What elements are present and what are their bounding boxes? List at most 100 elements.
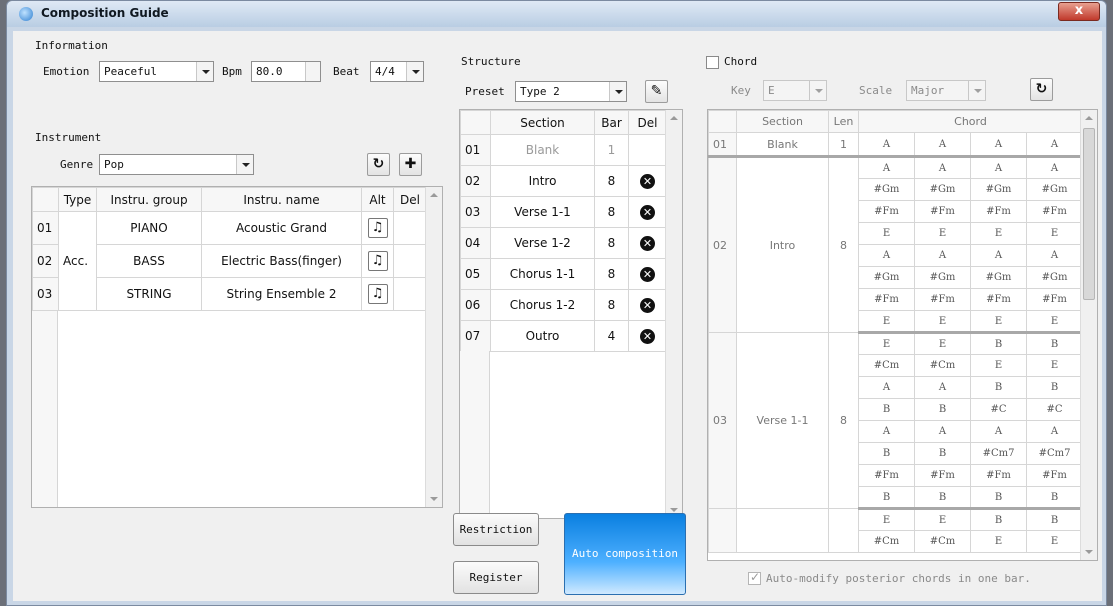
bar-cell[interactable]: 8 [594, 196, 629, 228]
chord-cell[interactable]: B [1025, 332, 1084, 355]
chord-cell[interactable]: A [970, 420, 1027, 443]
chord-cell[interactable]: #Fm [858, 288, 915, 311]
chord-cell[interactable]: #Gm [914, 178, 971, 201]
del-cell[interactable]: ✕ [628, 258, 667, 290]
chord-cell[interactable]: #Gm [1025, 266, 1084, 289]
group-cell[interactable]: STRING [96, 277, 202, 311]
preset-select[interactable]: Type 2 [515, 81, 627, 102]
chord-cell[interactable]: #Cm7 [970, 442, 1027, 465]
chord-cell[interactable]: #Fm [1025, 288, 1084, 311]
chord-cell[interactable]: #C [970, 398, 1027, 421]
chord-cell[interactable]: #Fm [858, 200, 915, 223]
chord-row[interactable]: 03 Verse 1-1 8 E E B B [708, 332, 1084, 509]
column-header-name[interactable]: Instru. name [201, 187, 362, 212]
table-row[interactable]: 07 Outro 4 ✕ [460, 320, 667, 352]
close-button[interactable]: x [1058, 2, 1100, 21]
chord-cell[interactable]: B [1025, 376, 1084, 399]
chord-cell[interactable]: #Cm [858, 530, 915, 553]
scroll-down-icon[interactable] [430, 497, 438, 501]
instrument-scrollbar[interactable] [425, 187, 442, 507]
edit-preset-button[interactable]: ✎ [645, 80, 668, 103]
chord-cell[interactable]: E [858, 222, 915, 245]
column-header-chord[interactable]: Chord [857, 110, 1084, 133]
emotion-select[interactable]: Peaceful [99, 61, 214, 82]
chord-cell[interactable]: B [970, 376, 1027, 399]
bar-cell[interactable]: 8 [594, 289, 629, 321]
chord-cell[interactable]: A [970, 132, 1027, 158]
add-instrument-button[interactable]: ✚ [399, 153, 422, 176]
chord-cell[interactable]: #Cm7 [1025, 442, 1084, 465]
bpm-spinbox[interactable]: 80.0 [251, 61, 321, 82]
chord-cell[interactable]: #C [1025, 398, 1084, 421]
alt-cell[interactable]: ♫ [361, 244, 394, 278]
section-cell[interactable]: Verse 1-2 [490, 227, 595, 259]
group-cell[interactable]: BASS [96, 244, 202, 278]
chord-cell[interactable]: E [1025, 530, 1084, 553]
chord-cell[interactable]: #Fm [1025, 200, 1084, 223]
chord-enable-checkbox[interactable] [706, 56, 719, 69]
chord-cell[interactable]: E [914, 310, 971, 334]
chord-cell[interactable]: #Gm [858, 266, 915, 289]
name-cell[interactable]: String Ensemble 2 [201, 277, 362, 311]
table-row[interactable]: 02 Intro 8 ✕ [460, 165, 667, 197]
bar-cell[interactable]: 8 [594, 227, 629, 259]
key-select[interactable]: E [763, 80, 827, 101]
chord-cell[interactable]: B [970, 332, 1027, 355]
chord-cell[interactable]: A [970, 244, 1027, 267]
del-cell[interactable]: ✕ [628, 196, 667, 228]
chord-cell[interactable]: E [914, 508, 971, 531]
del-cell[interactable]: ✕ [628, 320, 667, 352]
scroll-down-icon[interactable] [670, 508, 678, 512]
chord-cell[interactable]: E [970, 310, 1027, 334]
table-row[interactable]: 05 Chorus 1-1 8 ✕ [460, 258, 667, 290]
chord-cell[interactable]: B [970, 508, 1027, 531]
chord-cell[interactable]: #Fm [914, 464, 971, 487]
chord-cell[interactable]: A [1025, 244, 1084, 267]
chord-cell[interactable]: A [858, 376, 915, 399]
chord-cell[interactable]: E [970, 222, 1027, 245]
column-header-len[interactable]: Len [828, 110, 859, 133]
bar-cell[interactable]: 8 [594, 165, 629, 197]
chord-cell[interactable]: E [858, 332, 915, 355]
chord-cell[interactable]: #Gm [970, 266, 1027, 289]
chord-cell[interactable]: #Gm [970, 178, 1027, 201]
chord-cell[interactable]: E [858, 508, 915, 531]
music-note-icon[interactable]: ♫ [367, 251, 388, 271]
chord-cell[interactable]: E [914, 332, 971, 355]
table-row[interactable]: 01 Blank 1 [460, 134, 667, 166]
chord-cell[interactable]: A [914, 132, 971, 158]
column-header-alt[interactable]: Alt [361, 187, 394, 212]
spin-arrows-icon[interactable] [305, 62, 320, 81]
scroll-up-icon[interactable] [430, 193, 438, 197]
column-header-section[interactable]: Section [736, 110, 829, 133]
chord-cell[interactable]: E [1025, 310, 1084, 334]
chord-cell[interactable]: #Fm [970, 200, 1027, 223]
chord-cell[interactable]: #Cm [914, 354, 971, 377]
chord-cell[interactable]: E [1025, 222, 1084, 245]
chord-cell[interactable]: #Fm [970, 288, 1027, 311]
group-cell[interactable]: PIANO [96, 211, 202, 245]
chord-row[interactable]: EEBB [708, 508, 1084, 553]
chord-cell[interactable]: A [858, 156, 915, 179]
column-header-group[interactable]: Instru. group [96, 187, 202, 212]
chord-cell[interactable]: A [970, 156, 1027, 179]
name-cell[interactable]: Acoustic Grand [201, 211, 362, 245]
table-row[interactable]: 01 Acc. PIANO Acoustic Grand ♫ [32, 211, 427, 311]
section-cell[interactable]: Verse 1-1 [490, 196, 595, 228]
chord-cell[interactable]: A [914, 156, 971, 179]
music-note-icon[interactable]: ♫ [367, 284, 388, 304]
chord-cell[interactable]: B [858, 442, 915, 465]
delete-icon[interactable]: ✕ [640, 266, 655, 282]
alt-cell[interactable]: ♫ [361, 211, 394, 245]
chord-cell[interactable]: B [914, 442, 971, 465]
chord-cell[interactable]: #Gm [858, 178, 915, 201]
delete-icon[interactable]: ✕ [640, 235, 655, 251]
column-header-del[interactable]: Del [393, 187, 427, 212]
refresh-chord-button[interactable]: ↻ [1030, 78, 1053, 101]
music-note-icon[interactable]: ♫ [367, 218, 388, 238]
chord-cell[interactable]: B [858, 486, 915, 510]
chord-cell[interactable]: A [1025, 132, 1084, 158]
chord-cell[interactable]: E [858, 310, 915, 334]
name-cell[interactable]: Electric Bass(finger) [201, 244, 362, 278]
section-cell[interactable]: Chorus 1-1 [490, 258, 595, 290]
